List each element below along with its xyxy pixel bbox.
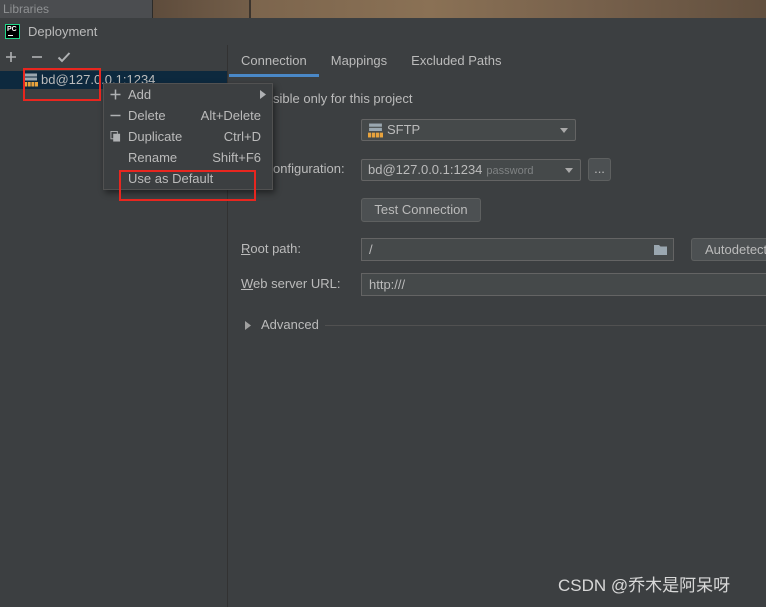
folder-icon[interactable] [654, 244, 667, 255]
menu-item-duplicate[interactable]: Duplicate Ctrl+D [104, 126, 272, 147]
app-icon-label: PC [7, 26, 17, 33]
advanced-section-toggle[interactable]: Advanced [261, 317, 319, 333]
minus-icon[interactable] [31, 51, 43, 63]
tab-selected-underline [229, 74, 319, 77]
background-window-strip: Libraries [0, 0, 766, 18]
chevron-down-icon [565, 168, 573, 173]
plus-icon [110, 89, 121, 100]
advanced-separator [325, 325, 766, 326]
background-window-tab-label: Libraries [3, 2, 50, 16]
web-server-url-input[interactable]: http:/// [361, 273, 766, 296]
chevron-down-icon [560, 128, 568, 133]
web-server-url-label: Web server URL: [241, 276, 341, 291]
check-icon[interactable] [57, 51, 71, 63]
ssh-configuration-label: onfiguration: [273, 161, 345, 176]
ssh-auth-hint: password [486, 165, 534, 177]
annotation-highlight-server [23, 68, 101, 101]
tab-bar: Connection Mappings Excluded Paths [228, 45, 766, 77]
menu-item-label: Duplicate [128, 129, 183, 144]
root-path-label: Root path: [241, 241, 301, 256]
menu-item-label: Add [128, 87, 152, 102]
tab-excluded-paths-label: Excluded Paths [411, 53, 502, 68]
ssh-configuration-value: bd@127.0.0.1:1234 [368, 162, 483, 177]
submenu-arrow-icon [260, 90, 266, 99]
tab-mappings[interactable]: Mappings [319, 45, 399, 77]
menu-item-label: Rename [128, 150, 178, 165]
type-dropdown[interactable]: SFTP [361, 119, 576, 141]
tab-connection-label: Connection [241, 53, 307, 68]
plus-icon[interactable] [5, 51, 17, 63]
autodetect-button[interactable]: Autodetect [691, 238, 766, 261]
type-dropdown-value: SFTP [387, 122, 421, 137]
tab-excluded-paths[interactable]: Excluded Paths [399, 45, 513, 77]
sftp-server-icon [368, 123, 383, 138]
menu-item-shortcut: Alt+Delete [200, 108, 261, 123]
menu-item-rename[interactable]: Rename Shift+F6 [104, 147, 272, 168]
expand-arrow-icon[interactable] [245, 321, 251, 330]
menu-item-label: Delete [128, 108, 166, 123]
root-path-value: / [369, 242, 373, 257]
tab-connection[interactable]: Connection [229, 45, 319, 77]
menu-item-delete[interactable]: Delete Alt+Delete [104, 105, 272, 126]
menu-item-add[interactable]: Add [104, 84, 272, 105]
ssh-configuration-dropdown[interactable]: bd@127.0.0.1:1234 password [361, 159, 581, 181]
menu-item-shortcut: Ctrl+D [223, 129, 261, 144]
minus-icon [110, 114, 121, 117]
tab-mappings-label: Mappings [330, 53, 388, 68]
web-server-url-value: http:/// [369, 277, 406, 292]
annotation-highlight-use-as-default [119, 170, 256, 201]
test-connection-button[interactable]: Test Connection [361, 198, 481, 222]
watermark: CSDN @乔木是阿呆呀 [558, 576, 731, 595]
visible-only-label: sible only for this project [273, 91, 413, 106]
menu-item-shortcut: Shift+F6 [212, 150, 261, 165]
copy-icon [110, 131, 121, 142]
pycharm-logo-icon: PC [5, 24, 20, 39]
dialog-title: Deployment [28, 24, 98, 39]
ssh-browse-button[interactable]: ... [588, 158, 611, 181]
root-path-input[interactable]: / [361, 238, 674, 261]
